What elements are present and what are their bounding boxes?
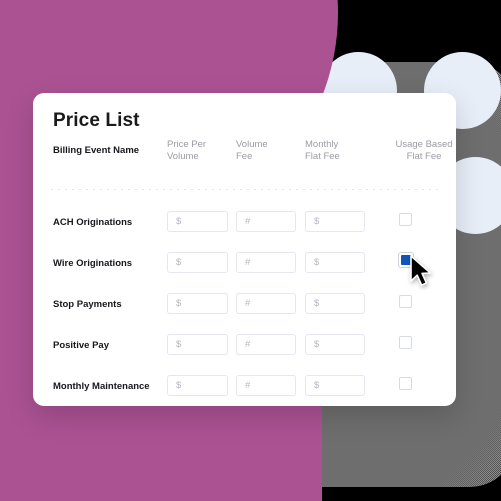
column-header-1: Price Per Volume — [167, 139, 207, 162]
column-header-0: Billing Event Name — [53, 145, 140, 156]
price-per-volume-input[interactable] — [167, 334, 228, 355]
price-per-volume-input[interactable] — [167, 375, 228, 396]
price-per-volume-input[interactable] — [167, 252, 228, 273]
monthly-flat-fee-input[interactable] — [305, 252, 365, 273]
billing-event-name-label: Monthly Maintenance — [53, 381, 150, 392]
header-divider — [51, 189, 439, 190]
table-row: Positive Pay — [33, 327, 456, 367]
volume-fee-input[interactable] — [236, 211, 296, 232]
table-row: Stop Payments — [33, 286, 456, 326]
price-per-volume-input[interactable] — [167, 293, 228, 314]
monthly-flat-fee-input[interactable] — [305, 211, 365, 232]
monthly-flat-fee-input[interactable] — [305, 334, 365, 355]
billing-event-name-label: ACH Originations — [53, 217, 133, 228]
volume-fee-input[interactable] — [236, 375, 296, 396]
price-list-card: Price List Billing Event Name Price Per V… — [33, 93, 456, 406]
table-row: Wire Originations — [33, 245, 456, 285]
price-per-volume-input[interactable] — [167, 211, 228, 232]
page-title: Price List — [53, 110, 140, 131]
column-header-2: Volume Fee — [236, 139, 268, 162]
table-row: ACH Originations — [33, 204, 456, 244]
volume-fee-input[interactable] — [236, 293, 296, 314]
billing-event-name-label: Wire Originations — [53, 258, 133, 269]
column-header-3: Monthly Flat Fee — [305, 139, 340, 162]
monthly-flat-fee-input[interactable] — [305, 375, 365, 396]
usage-based-flat-fee-checkbox[interactable] — [399, 377, 412, 390]
usage-based-flat-fee-checkbox[interactable] — [399, 253, 413, 267]
usage-based-flat-fee-checkbox[interactable] — [399, 213, 412, 226]
usage-based-flat-fee-checkbox[interactable] — [399, 295, 412, 308]
volume-fee-input[interactable] — [236, 334, 296, 355]
billing-event-name-label: Stop Payments — [53, 299, 122, 310]
usage-based-flat-fee-checkbox[interactable] — [399, 336, 412, 349]
volume-fee-input[interactable] — [236, 252, 296, 273]
billing-event-name-label: Positive Pay — [53, 340, 109, 351]
screenshot-stage: Price List Billing Event Name Price Per V… — [0, 0, 501, 501]
table-row: Monthly Maintenance — [33, 368, 456, 406]
column-header-4: Usage Based Flat Fee — [395, 139, 453, 162]
monthly-flat-fee-input[interactable] — [305, 293, 365, 314]
